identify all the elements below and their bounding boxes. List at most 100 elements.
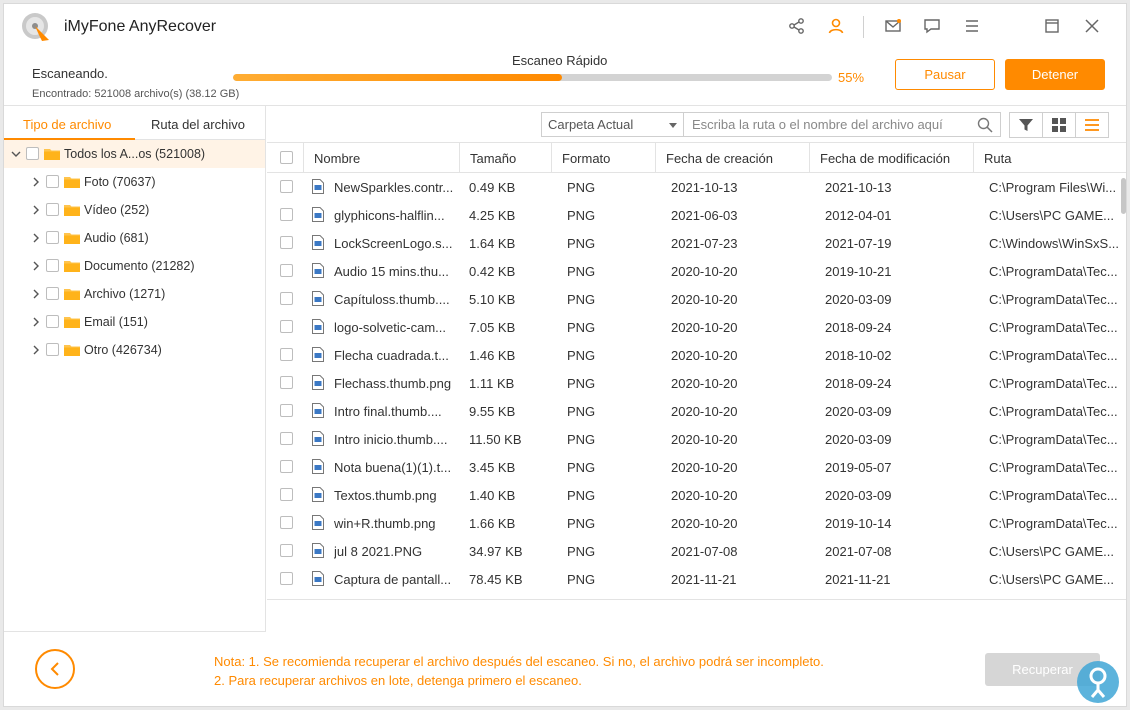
- table-scrollbar[interactable]: [1121, 178, 1126, 214]
- row-checkbox[interactable]: [280, 348, 293, 361]
- row-checkbox[interactable]: [280, 544, 293, 557]
- cell-path: C:\Users\PC GAME...: [989, 208, 1114, 223]
- folder-select[interactable]: Carpeta Actual: [541, 112, 684, 137]
- mail-icon[interactable]: [883, 16, 903, 36]
- select-all-checkbox[interactable]: [280, 151, 293, 164]
- cell-size: 1.46 KB: [469, 348, 516, 363]
- tree-checkbox-all[interactable]: [26, 147, 39, 160]
- chevron-right-icon[interactable]: [31, 233, 41, 243]
- list-view-button[interactable]: [1076, 113, 1108, 137]
- folder-icon: [64, 317, 80, 328]
- chevron-right-icon[interactable]: [31, 205, 41, 215]
- row-checkbox[interactable]: [280, 488, 293, 501]
- column-header-size[interactable]: Tamaño: [459, 142, 551, 173]
- table-row[interactable]: jul 8 2021.PNG 34.97 KB PNG 2021-07-08 2021-…: [267, 537, 1126, 565]
- table-row[interactable]: Audio 15 mins.thu... 0.42 KB PNG 2020-10-20…: [267, 257, 1126, 285]
- column-header-modified[interactable]: Fecha de modificación: [809, 142, 973, 173]
- cell-name: Intro inicio.thumb....: [334, 432, 448, 447]
- list-icon: [1085, 119, 1099, 131]
- table-row[interactable]: Flecha cuadrada.t... 1.46 KB PNG 2020-10-20…: [267, 341, 1126, 369]
- file-icon: [312, 431, 324, 446]
- tree-label: Otro (426734): [84, 343, 162, 357]
- grid-view-button[interactable]: [1043, 113, 1076, 137]
- chevron-right-icon[interactable]: [31, 261, 41, 271]
- tree-checkbox[interactable]: [46, 231, 59, 244]
- tree-item[interactable]: Documento (21282): [4, 252, 265, 280]
- cell-format: PNG: [567, 544, 596, 559]
- tab-file-type[interactable]: Tipo de archivo: [23, 117, 111, 132]
- column-header-format[interactable]: Formato: [551, 142, 655, 173]
- table-row[interactable]: Intro final.thumb.... 9.55 KB PNG 2020-10-2…: [267, 397, 1126, 425]
- tree-item[interactable]: Audio (681): [4, 224, 265, 252]
- row-checkbox[interactable]: [280, 516, 293, 529]
- path-search-input[interactable]: [684, 112, 1001, 137]
- tree-item-all[interactable]: Todos los A...os (521008): [4, 140, 265, 168]
- tree-item[interactable]: Archivo (1271): [4, 280, 265, 308]
- search-icon[interactable]: [977, 117, 993, 133]
- table-row[interactable]: Capítuloss.thumb.... 5.10 KB PNG 2020-10-20…: [267, 285, 1126, 313]
- cell-path: C:\Users\PC GAME...: [989, 572, 1114, 587]
- tree-checkbox[interactable]: [46, 315, 59, 328]
- tree-checkbox[interactable]: [46, 175, 59, 188]
- table-row[interactable]: Textos.thumb.png 1.40 KB PNG 2020-10-20 2020…: [267, 481, 1126, 509]
- back-button[interactable]: [35, 649, 75, 689]
- column-header-path[interactable]: Ruta: [973, 142, 1123, 173]
- tree-item[interactable]: Foto (70637): [4, 168, 265, 196]
- cell-name: Intro final.thumb....: [334, 404, 442, 419]
- cell-format: PNG: [567, 572, 596, 587]
- row-checkbox[interactable]: [280, 208, 293, 221]
- table-row[interactable]: win+R.thumb.png 1.66 KB PNG 2020-10-20 2019-…: [267, 509, 1126, 537]
- tree-item[interactable]: Otro (426734): [4, 336, 265, 364]
- chevron-right-icon[interactable]: [31, 289, 41, 299]
- cell-created: 2020-10-20: [671, 432, 738, 447]
- table-row[interactable]: Captura de pantall... 78.45 KB PNG 2021-11-…: [267, 565, 1126, 593]
- table-row[interactable]: Nota buena(1)(1).t... 3.45 KB PNG 2020-10-2…: [267, 453, 1126, 481]
- tree-item[interactable]: Vídeo (252): [4, 196, 265, 224]
- tree-checkbox[interactable]: [46, 203, 59, 216]
- tree-checkbox[interactable]: [46, 343, 59, 356]
- table-row[interactable]: NewSparkles.contr... 0.49 KB PNG 2021-10-13…: [267, 173, 1126, 201]
- dropdown-arrow-icon: [669, 123, 677, 128]
- table-row[interactable]: Intro inicio.thumb.... 11.50 KB PNG 2020-10…: [267, 425, 1126, 453]
- row-checkbox[interactable]: [280, 460, 293, 473]
- row-checkbox[interactable]: [280, 292, 293, 305]
- filter-icon: [1019, 119, 1033, 131]
- filter-button[interactable]: [1010, 113, 1043, 137]
- table-row[interactable]: logo-solvetic-cam... 7.05 KB PNG 2020-10-20…: [267, 313, 1126, 341]
- stop-button[interactable]: Detener: [1005, 59, 1105, 90]
- column-header-name[interactable]: Nombre: [303, 142, 459, 173]
- close-icon[interactable]: [1082, 16, 1102, 36]
- row-checkbox[interactable]: [280, 180, 293, 193]
- cell-name: win+R.thumb.png: [334, 516, 436, 531]
- table-row[interactable]: LockScreenLogo.s... 1.64 KB PNG 2021-07-23 2…: [267, 229, 1126, 257]
- pause-button[interactable]: Pausar: [895, 59, 995, 90]
- chevron-right-icon[interactable]: [31, 177, 41, 187]
- table-row[interactable]: glyphicons-halflin... 4.25 KB PNG 2021-06-0…: [267, 201, 1126, 229]
- cell-path: C:\Users\PC GAME...: [989, 544, 1114, 559]
- row-checkbox[interactable]: [280, 320, 293, 333]
- row-checkbox[interactable]: [280, 572, 293, 585]
- column-header-created[interactable]: Fecha de creación: [655, 142, 809, 173]
- row-checkbox[interactable]: [280, 404, 293, 417]
- tree-checkbox[interactable]: [46, 287, 59, 300]
- cell-name: Captura de pantall...: [334, 572, 452, 587]
- cell-path: C:\ProgramData\Tec...: [989, 292, 1118, 307]
- file-icon: [312, 291, 324, 306]
- chevron-down-icon[interactable]: [11, 149, 21, 159]
- row-checkbox[interactable]: [280, 432, 293, 445]
- cell-format: PNG: [567, 208, 596, 223]
- tree-item[interactable]: Email (151): [4, 308, 265, 336]
- tree-checkbox[interactable]: [46, 259, 59, 272]
- row-checkbox[interactable]: [280, 376, 293, 389]
- chevron-right-icon[interactable]: [31, 317, 41, 327]
- share-icon[interactable]: [787, 16, 807, 36]
- row-checkbox[interactable]: [280, 264, 293, 277]
- feedback-icon[interactable]: [922, 16, 942, 36]
- user-icon[interactable]: [826, 16, 846, 36]
- tab-file-path[interactable]: Ruta del archivo: [151, 117, 245, 132]
- table-row[interactable]: Flechass.thumb.png 1.11 KB PNG 2020-10-20 20…: [267, 369, 1126, 397]
- menu-icon[interactable]: [962, 16, 982, 36]
- maximize-icon[interactable]: [1042, 16, 1062, 36]
- chevron-right-icon[interactable]: [31, 345, 41, 355]
- row-checkbox[interactable]: [280, 236, 293, 249]
